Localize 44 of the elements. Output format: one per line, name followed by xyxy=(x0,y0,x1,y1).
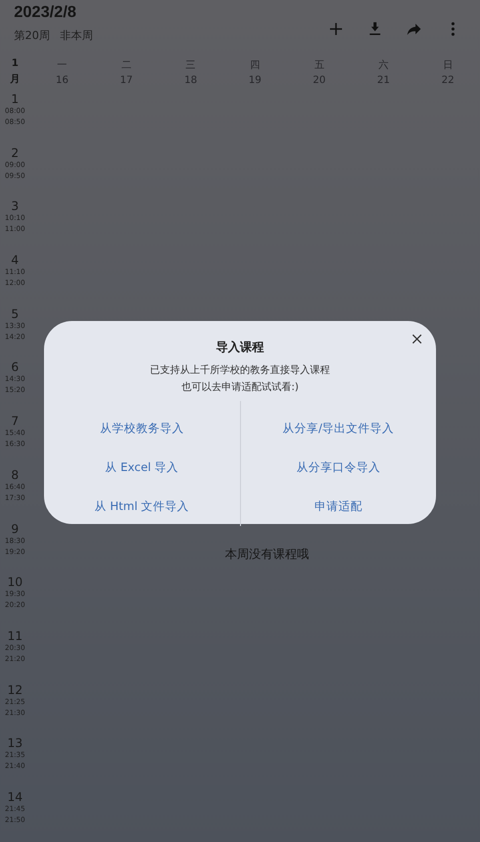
period-number: 4 xyxy=(11,253,19,268)
import-option[interactable]: 从分享口令导入 xyxy=(290,448,386,487)
week-number: 第20周 xyxy=(14,28,50,43)
day-date: 19 xyxy=(248,75,262,86)
dialog-message: 也可以去申请适配试试看:) xyxy=(181,380,299,395)
period-number: 2 xyxy=(11,146,19,160)
month-label: 月 xyxy=(10,73,20,86)
weekday-label: 六 xyxy=(378,58,389,72)
import-option[interactable]: 申请适配 xyxy=(308,487,368,526)
period-number: 5 xyxy=(11,306,19,321)
import-option[interactable]: 从学校教务导入 xyxy=(94,409,190,448)
weekday-label: 日 xyxy=(442,59,453,72)
import-option[interactable]: 从分享/导出文件导入 xyxy=(276,409,400,448)
period-number: 12 xyxy=(7,682,23,697)
weekday-label: 四 xyxy=(250,59,260,72)
dialog-message: 已支持从上千所学校的教务直接导入课程 xyxy=(150,364,330,378)
period-number: 8 xyxy=(11,468,19,482)
import-option[interactable]: 从 Html 文件导入 xyxy=(88,487,196,526)
period-number: 6 xyxy=(11,360,19,374)
period-number: 11 xyxy=(7,628,23,643)
period-number: 3 xyxy=(11,199,19,214)
period-number: 7 xyxy=(11,414,19,428)
day-date: 22 xyxy=(441,75,454,86)
period-number: 14 xyxy=(7,790,23,804)
weekday-label: 三 xyxy=(186,59,196,72)
empty-message: 本周没有课程哦 xyxy=(225,546,309,562)
weekday-label: 二 xyxy=(121,59,132,72)
import-option[interactable]: 从 Excel 导入 xyxy=(98,448,185,487)
day-date: 16 xyxy=(56,75,68,86)
week-status: 非本周 xyxy=(60,28,93,43)
period-number: 13 xyxy=(7,736,23,750)
close-icon[interactable] xyxy=(412,334,422,344)
period-number: 1 xyxy=(11,92,19,106)
weekday-label: 一 xyxy=(57,59,68,72)
day-date: 20 xyxy=(312,75,326,86)
period-number: 9 xyxy=(11,522,19,536)
dialog-title: 导入课程 xyxy=(216,339,264,356)
date-title: 2023/2/8 xyxy=(14,4,78,22)
weekday-label: 五 xyxy=(314,59,324,72)
day-date: 18 xyxy=(184,75,198,86)
day-date: 17 xyxy=(120,75,133,86)
day-date: 21 xyxy=(377,75,390,86)
period-number: 10 xyxy=(7,575,23,590)
month-number: 1 xyxy=(12,58,18,69)
